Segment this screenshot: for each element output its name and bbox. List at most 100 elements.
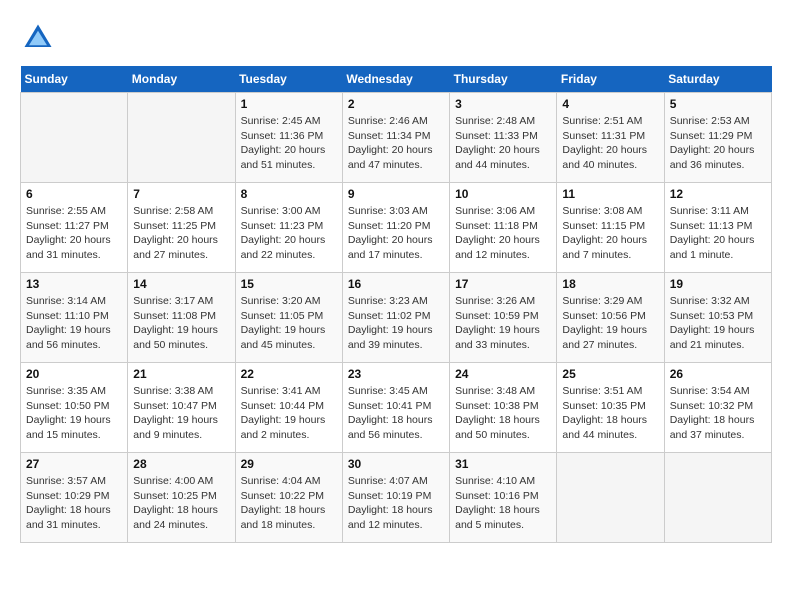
day-info: Sunrise: 2:53 AM Sunset: 11:29 PM Daylig…	[670, 114, 766, 173]
day-info: Sunrise: 2:58 AM Sunset: 11:25 PM Daylig…	[133, 204, 229, 263]
day-number: 3	[455, 97, 551, 111]
calendar-cell: 8 Sunrise: 3:00 AM Sunset: 11:23 PM Dayli…	[235, 183, 342, 273]
day-info: Sunrise: 4:00 AM Sunset: 10:25 PM Daylig…	[133, 474, 229, 533]
calendar-cell: 18Sunrise: 3:29 AM Sunset: 10:56 PM Dayl…	[557, 273, 664, 363]
day-number: 22	[241, 367, 337, 381]
calendar-cell: 14 Sunrise: 3:17 AM Sunset: 11:08 PM Dayl…	[128, 273, 235, 363]
calendar-cell	[664, 453, 771, 543]
day-info: Sunrise: 3:17 AM Sunset: 11:08 PM Daylig…	[133, 294, 229, 353]
day-number: 7	[133, 187, 229, 201]
day-number: 11	[562, 187, 658, 201]
day-info: Sunrise: 2:55 AM Sunset: 11:27 PM Daylig…	[26, 204, 122, 263]
day-number: 26	[670, 367, 766, 381]
day-number: 12	[670, 187, 766, 201]
day-number: 13	[26, 277, 122, 291]
day-info: Sunrise: 3:48 AM Sunset: 10:38 PM Daylig…	[455, 384, 551, 443]
day-info: Sunrise: 3:23 AM Sunset: 11:02 PM Daylig…	[348, 294, 444, 353]
day-number: 27	[26, 457, 122, 471]
day-info: Sunrise: 4:10 AM Sunset: 10:16 PM Daylig…	[455, 474, 551, 533]
calendar-header-wednesday: Wednesday	[342, 66, 449, 93]
calendar-header-monday: Monday	[128, 66, 235, 93]
calendar-cell: 30 Sunrise: 4:07 AM Sunset: 10:19 PM Dayl…	[342, 453, 449, 543]
calendar-cell: 5Sunrise: 2:53 AM Sunset: 11:29 PM Dayli…	[664, 93, 771, 183]
calendar-cell: 20 Sunrise: 3:35 AM Sunset: 10:50 PM Dayl…	[21, 363, 128, 453]
day-info: Sunrise: 2:51 AM Sunset: 11:31 PM Daylig…	[562, 114, 658, 173]
day-number: 20	[26, 367, 122, 381]
calendar-header-friday: Friday	[557, 66, 664, 93]
day-info: Sunrise: 3:45 AM Sunset: 10:41 PM Daylig…	[348, 384, 444, 443]
calendar-header-row: SundayMondayTuesdayWednesdayThursdayFrid…	[21, 66, 772, 93]
calendar-table: SundayMondayTuesdayWednesdayThursdayFrid…	[20, 66, 772, 543]
day-info: Sunrise: 3:26 AM Sunset: 10:59 PM Daylig…	[455, 294, 551, 353]
calendar-cell: 27 Sunrise: 3:57 AM Sunset: 10:29 PM Dayl…	[21, 453, 128, 543]
day-number: 6	[26, 187, 122, 201]
calendar-cell	[21, 93, 128, 183]
day-info: Sunrise: 3:03 AM Sunset: 11:20 PM Daylig…	[348, 204, 444, 263]
day-number: 2	[348, 97, 444, 111]
day-info: Sunrise: 3:32 AM Sunset: 10:53 PM Daylig…	[670, 294, 766, 353]
calendar-cell: 13 Sunrise: 3:14 AM Sunset: 11:10 PM Dayl…	[21, 273, 128, 363]
page-header	[20, 20, 772, 56]
day-info: Sunrise: 3:06 AM Sunset: 11:18 PM Daylig…	[455, 204, 551, 263]
day-info: Sunrise: 3:20 AM Sunset: 11:05 PM Daylig…	[241, 294, 337, 353]
day-info: Sunrise: 2:46 AM Sunset: 11:34 PM Daylig…	[348, 114, 444, 173]
day-number: 31	[455, 457, 551, 471]
calendar-cell	[128, 93, 235, 183]
day-number: 19	[670, 277, 766, 291]
calendar-header-tuesday: Tuesday	[235, 66, 342, 93]
day-number: 8	[241, 187, 337, 201]
day-number: 25	[562, 367, 658, 381]
day-number: 24	[455, 367, 551, 381]
day-number: 14	[133, 277, 229, 291]
calendar-cell: 24 Sunrise: 3:48 AM Sunset: 10:38 PM Dayl…	[450, 363, 557, 453]
calendar-header-sunday: Sunday	[21, 66, 128, 93]
day-number: 30	[348, 457, 444, 471]
calendar-week-row: 20 Sunrise: 3:35 AM Sunset: 10:50 PM Dayl…	[21, 363, 772, 453]
calendar-cell: 28 Sunrise: 4:00 AM Sunset: 10:25 PM Dayl…	[128, 453, 235, 543]
day-number: 29	[241, 457, 337, 471]
day-number: 21	[133, 367, 229, 381]
day-info: Sunrise: 3:14 AM Sunset: 11:10 PM Daylig…	[26, 294, 122, 353]
calendar-cell: 10 Sunrise: 3:06 AM Sunset: 11:18 PM Dayl…	[450, 183, 557, 273]
calendar-cell: 16Sunrise: 3:23 AM Sunset: 11:02 PM Dayl…	[342, 273, 449, 363]
day-info: Sunrise: 3:54 AM Sunset: 10:32 PM Daylig…	[670, 384, 766, 443]
calendar-cell: 9 Sunrise: 3:03 AM Sunset: 11:20 PM Dayli…	[342, 183, 449, 273]
day-info: Sunrise: 2:45 AM Sunset: 11:36 PM Daylig…	[241, 114, 337, 173]
day-info: Sunrise: 4:07 AM Sunset: 10:19 PM Daylig…	[348, 474, 444, 533]
day-info: Sunrise: 3:41 AM Sunset: 10:44 PM Daylig…	[241, 384, 337, 443]
calendar-week-row: 1 Sunrise: 2:45 AM Sunset: 11:36 PM Dayli…	[21, 93, 772, 183]
logo-icon	[20, 20, 56, 56]
calendar-cell: 22 Sunrise: 3:41 AM Sunset: 10:44 PM Dayl…	[235, 363, 342, 453]
day-number: 23	[348, 367, 444, 381]
day-number: 1	[241, 97, 337, 111]
day-info: Sunrise: 3:11 AM Sunset: 11:13 PM Daylig…	[670, 204, 766, 263]
day-number: 28	[133, 457, 229, 471]
calendar-cell: 4 Sunrise: 2:51 AM Sunset: 11:31 PM Dayli…	[557, 93, 664, 183]
calendar-week-row: 6 Sunrise: 2:55 AM Sunset: 11:27 PM Dayli…	[21, 183, 772, 273]
day-info: Sunrise: 3:29 AM Sunset: 10:56 PM Daylig…	[562, 294, 658, 353]
calendar-cell: 2 Sunrise: 2:46 AM Sunset: 11:34 PM Dayli…	[342, 93, 449, 183]
calendar-cell: 31 Sunrise: 4:10 AM Sunset: 10:16 PM Dayl…	[450, 453, 557, 543]
calendar-cell: 6 Sunrise: 2:55 AM Sunset: 11:27 PM Dayli…	[21, 183, 128, 273]
calendar-cell: 25 Sunrise: 3:51 AM Sunset: 10:35 PM Dayl…	[557, 363, 664, 453]
calendar-cell: 19 Sunrise: 3:32 AM Sunset: 10:53 PM Dayl…	[664, 273, 771, 363]
day-info: Sunrise: 3:35 AM Sunset: 10:50 PM Daylig…	[26, 384, 122, 443]
day-info: Sunrise: 3:08 AM Sunset: 11:15 PM Daylig…	[562, 204, 658, 263]
day-info: Sunrise: 3:57 AM Sunset: 10:29 PM Daylig…	[26, 474, 122, 533]
day-number: 10	[455, 187, 551, 201]
calendar-cell: 29Sunrise: 4:04 AM Sunset: 10:22 PM Dayl…	[235, 453, 342, 543]
calendar-header-thursday: Thursday	[450, 66, 557, 93]
calendar-cell: 17Sunrise: 3:26 AM Sunset: 10:59 PM Dayl…	[450, 273, 557, 363]
day-info: Sunrise: 3:51 AM Sunset: 10:35 PM Daylig…	[562, 384, 658, 443]
calendar-cell: 15Sunrise: 3:20 AM Sunset: 11:05 PM Dayl…	[235, 273, 342, 363]
logo	[20, 20, 62, 56]
calendar-cell: 26 Sunrise: 3:54 AM Sunset: 10:32 PM Dayl…	[664, 363, 771, 453]
day-info: Sunrise: 3:00 AM Sunset: 11:23 PM Daylig…	[241, 204, 337, 263]
calendar-cell: 7 Sunrise: 2:58 AM Sunset: 11:25 PM Dayli…	[128, 183, 235, 273]
day-number: 4	[562, 97, 658, 111]
calendar-week-row: 13 Sunrise: 3:14 AM Sunset: 11:10 PM Dayl…	[21, 273, 772, 363]
day-number: 9	[348, 187, 444, 201]
day-info: Sunrise: 3:38 AM Sunset: 10:47 PM Daylig…	[133, 384, 229, 443]
calendar-cell: 1 Sunrise: 2:45 AM Sunset: 11:36 PM Dayli…	[235, 93, 342, 183]
calendar-cell: 23 Sunrise: 3:45 AM Sunset: 10:41 PM Dayl…	[342, 363, 449, 453]
